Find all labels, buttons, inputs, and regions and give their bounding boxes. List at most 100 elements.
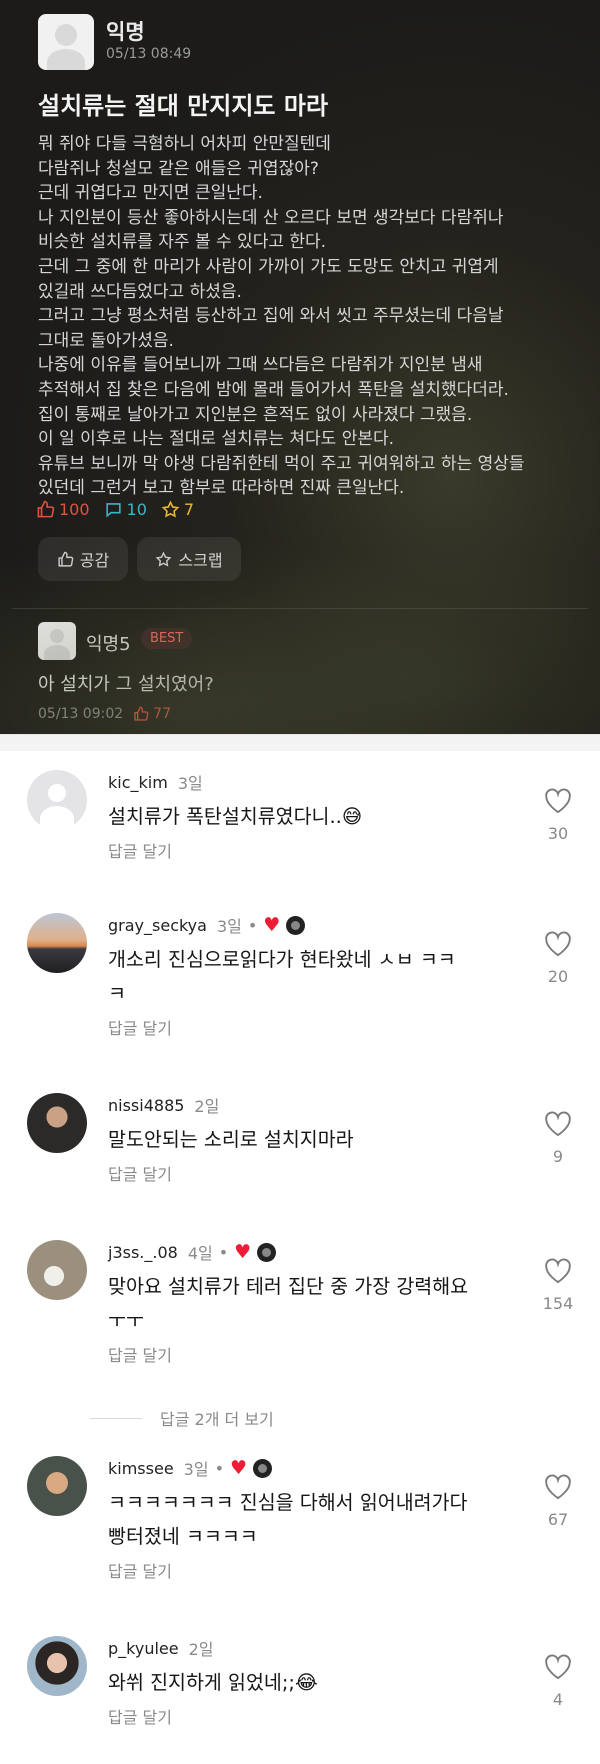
reply-button[interactable]: 답글 달기 — [108, 1015, 172, 1039]
divider — [90, 1417, 142, 1419]
thumbs-up-icon — [37, 500, 55, 518]
post-body-line: 뭐 쥐야 다들 극혐하니 어차피 안만질텐데 — [38, 134, 331, 154]
username[interactable]: gray_seckya — [108, 916, 207, 935]
comment-text: 맞아요 설치류가 테러 집단 중 가장 강력해요 ㅜㅜ — [108, 1270, 508, 1338]
heart-outline-icon[interactable] — [544, 1654, 572, 1680]
heart-outline-icon[interactable] — [544, 1474, 572, 1500]
scrap-button[interactable]: 스크랩 — [137, 537, 241, 581]
post-body-line: 그대로 돌아가셨음. — [38, 330, 174, 351]
comment-text-line: 개소리 진심으로읽다가 현타왔네 ㅅㅂ ㅋㅋ — [108, 948, 456, 971]
comment-header: gray_seckya 3일 • ♥ — [108, 913, 306, 937]
heart-outline-icon[interactable] — [544, 931, 572, 957]
like-button[interactable]: 공감 — [38, 537, 128, 581]
commenter-avatar — [38, 622, 76, 660]
comment-like[interactable]: 20 — [530, 931, 586, 986]
user-avatar[interactable] — [27, 1093, 87, 1153]
divider — [12, 608, 588, 609]
reply-button[interactable]: 답글 달기 — [108, 1161, 172, 1185]
comment-count: 10 — [104, 500, 147, 519]
post-body-line: 비슷한 설치류를 자주 볼 수 있다고 한다. — [38, 232, 327, 253]
comment-header: nissi4885 2일 — [108, 1093, 219, 1117]
username[interactable]: kic_kim — [108, 773, 168, 792]
like-count: 4 — [552, 1690, 564, 1709]
author-avatar — [38, 14, 94, 70]
best-comment-author: 익명5 — [86, 634, 131, 655]
comment-age: 3일 — [183, 1460, 209, 1479]
comment-text-line: 맞아요 설치류가 테러 집단 중 가장 강력해요 — [108, 1275, 469, 1298]
separator-dot: • — [214, 1458, 224, 1478]
creator-avatar-icon — [253, 1458, 273, 1478]
comment-like[interactable]: 30 — [530, 788, 586, 843]
like-count: 154 — [542, 1294, 574, 1313]
post-body-line: 이 일 이후로 나는 절대로 설치류는 쳐다도 안본다. — [38, 429, 395, 450]
comment-text: 와쒸 진지하게 읽었네;;😂 — [108, 1666, 508, 1700]
like-count: 30 — [547, 824, 569, 843]
post-title: 설치류는 절대 만지지도 마라 — [38, 92, 329, 120]
post-date: 05/13 08:49 — [106, 46, 192, 62]
section-separator — [0, 734, 600, 751]
comment-header: kimssee 3일 • ♥ — [108, 1456, 273, 1480]
comment-age: 4일 — [187, 1244, 213, 1263]
like-count: 20 — [547, 967, 569, 986]
heart-outline-icon[interactable] — [544, 1258, 572, 1284]
user-avatar[interactable] — [27, 913, 87, 973]
post-body-line: 추적해서 집 찾은 다음에 밤에 몰래 들어가서 폭탄을 설치했다더라. — [38, 379, 509, 400]
post-body-line: 있길래 쓰다듬었다고 하셨음. — [38, 281, 242, 302]
comment-text: 설치류가 폭탄설치류였다니..😅 — [108, 800, 508, 834]
comment-age: 3일 — [177, 774, 203, 793]
star-icon — [156, 550, 172, 567]
comment-text-line: ㅜㅜ — [108, 1309, 144, 1332]
comment-header: kic_kim 3일 — [108, 770, 203, 794]
like-count: 9 — [552, 1147, 564, 1166]
comment-text-line: 설치류가 폭탄설치류였다니..😅 — [108, 805, 363, 828]
heart-outline-icon[interactable] — [544, 1111, 572, 1137]
comment-text-line: 빵터졌네 ㅋㅋㅋㅋ — [108, 1525, 258, 1548]
comment-age: 2일 — [194, 1097, 220, 1116]
scrap-count: 7 — [161, 500, 194, 519]
post-body-line: 근데 그 중에 한 마리가 사람이 가까이 가도 도망도 안치고 귀엽게 — [38, 256, 499, 277]
user-avatar[interactable] — [27, 1456, 87, 1516]
post-body-line: 그러고 그냥 평소처럼 등산하고 집에 와서 씻고 주무셨는데 다음날 — [38, 306, 504, 327]
post-body-line: 나 지인분이 등산 좋아하시는데 산 오르다 보면 생각보다 다람쥐나 — [38, 207, 504, 228]
post-body: 뭐 쥐야 다들 극혐하니 어차피 안만질텐데다람쥐나 청설모 같은 애들은 귀엽… — [38, 132, 578, 501]
user-avatar[interactable] — [27, 1636, 87, 1696]
separator-dot: • — [247, 915, 258, 935]
user-avatar[interactable] — [27, 770, 87, 830]
comment-header: j3ss._.08 4일 • ♥ — [108, 1240, 277, 1264]
comment-text: 개소리 진심으로읽다가 현타왔네 ㅅㅂ ㅋㅋㅋ — [108, 943, 508, 1011]
post-body-line: 다람쥐나 청설모 같은 애들은 귀엽잖아? — [38, 158, 319, 179]
view-more-replies[interactable]: 답글 2개 더 보기 — [90, 1406, 274, 1430]
star-icon — [161, 500, 180, 518]
best-comment-text: 아 설치가 그 설치였어? — [38, 674, 214, 695]
creator-avatar-icon — [257, 1242, 277, 1262]
best-comment-meta: 05/13 09:02 77 — [38, 706, 171, 722]
comment-text-line: 와쒸 진지하게 읽었네;;😂 — [108, 1671, 318, 1694]
post-body-line: 근데 귀엽다고 만지면 큰일난다. — [38, 183, 263, 204]
thumbs-up-icon — [134, 706, 149, 721]
comment-like[interactable]: 9 — [530, 1111, 586, 1166]
comment-text: 말도안되는 소리로 설치지마라 — [108, 1123, 508, 1157]
comment-like[interactable]: 154 — [530, 1258, 586, 1313]
username[interactable]: nissi4885 — [108, 1096, 184, 1115]
comment-text-line: ㅋ — [108, 982, 126, 1005]
heart-outline-icon[interactable] — [544, 788, 572, 814]
post-author: 익명 — [106, 20, 145, 44]
comment-like[interactable]: 4 — [530, 1654, 586, 1709]
thumbs-up-icon — [58, 551, 74, 567]
username[interactable]: j3ss._.08 — [108, 1243, 178, 1262]
like-count: 67 — [547, 1510, 569, 1529]
post-body-line: 있던데 그런거 보고 함부로 따라하면 진짜 큰일난다. — [38, 478, 405, 499]
comment-header: p_kyulee 2일 — [108, 1636, 214, 1660]
reply-button[interactable]: 답글 달기 — [108, 838, 172, 862]
best-comment-date: 05/13 09:02 — [38, 706, 124, 722]
reply-button[interactable]: 답글 달기 — [108, 1558, 172, 1582]
username[interactable]: kimssee — [108, 1459, 174, 1478]
username[interactable]: p_kyulee — [108, 1639, 179, 1658]
user-avatar[interactable] — [27, 1240, 87, 1300]
reply-button[interactable]: 답글 달기 — [108, 1342, 172, 1366]
comment-like[interactable]: 67 — [530, 1474, 586, 1529]
creator-liked-heart-icon: ♥ — [230, 1456, 248, 1479]
like-count: 100 — [36, 500, 90, 519]
reply-button[interactable]: 답글 달기 — [108, 1704, 172, 1728]
post-body-line: 나중에 이유를 들어보니까 그때 쓰다듬은 다람쥐가 지인분 냄새 — [38, 355, 483, 376]
